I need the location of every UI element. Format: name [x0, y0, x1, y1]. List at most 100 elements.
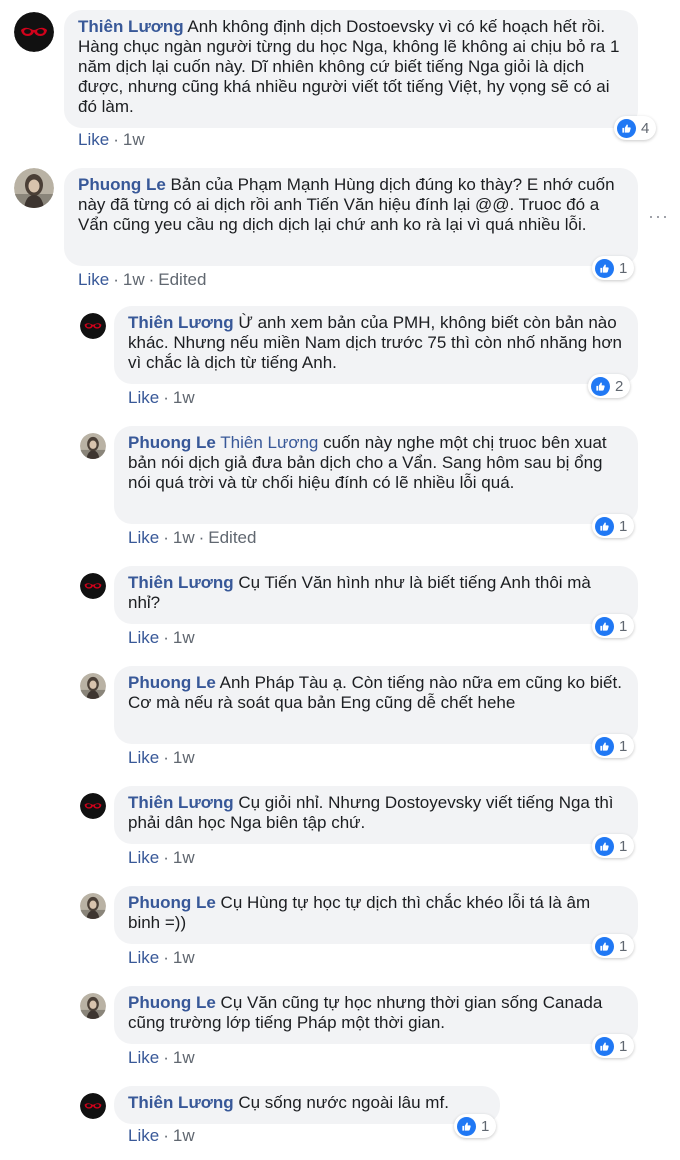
comment-actions: Like · 1w [128, 628, 195, 648]
avatar-thien-luong[interactable] [80, 1093, 106, 1119]
separator: · [198, 528, 205, 547]
reaction-number: 4 [641, 119, 650, 137]
comment-actions: Like · 1w [128, 948, 195, 968]
comment-bubble: Phuong Le Bản của Phạm Mạnh Hùng dịch đú… [64, 168, 638, 266]
photo-avatar-icon [80, 993, 106, 1019]
thumbs-up-icon [595, 936, 614, 956]
avatar-thien-luong[interactable] [14, 12, 54, 52]
comment-author[interactable]: Thiên Lương [128, 313, 234, 332]
reaction-count[interactable]: 1 [592, 514, 635, 538]
like-button[interactable]: Like [128, 528, 159, 547]
photo-avatar-icon [80, 673, 106, 699]
like-button[interactable]: Like [128, 388, 159, 407]
like-button[interactable]: Like [128, 748, 159, 767]
timestamp[interactable]: 1w [123, 270, 145, 289]
separator: · [163, 1048, 169, 1067]
avatar-phuong-le[interactable] [80, 433, 106, 459]
red-glasses-avatar-icon [80, 573, 106, 599]
like-button[interactable]: Like [128, 848, 159, 867]
red-glasses-avatar-icon [80, 793, 106, 819]
comment-bubble: Thiên Lương Cụ giỏi nhỉ. Nhưng Dostoyevs… [114, 786, 638, 844]
thumbs-up-icon [595, 258, 614, 278]
avatar-phuong-le[interactable] [14, 168, 54, 208]
timestamp[interactable]: 1w [173, 628, 195, 647]
timestamp[interactable]: 1w [173, 1126, 195, 1145]
like-button[interactable]: Like [78, 270, 109, 289]
avatar-thien-luong[interactable] [80, 313, 106, 339]
reaction-count[interactable]: 1 [592, 834, 635, 858]
timestamp[interactable]: 1w [173, 1048, 195, 1067]
thumbs-up-icon [591, 376, 610, 396]
photo-avatar-icon [80, 893, 106, 919]
comment-bubble: Phuong Le Thiên Lương cuốn này nghe một … [114, 426, 638, 524]
comment-actions: Like · 1w [128, 1126, 195, 1146]
comment-author[interactable]: Phuong Le [78, 175, 166, 194]
comment-author[interactable]: Phuong Le [128, 433, 216, 452]
timestamp[interactable]: 1w [173, 848, 195, 867]
avatar-phuong-le[interactable] [80, 993, 106, 1019]
reaction-number: 1 [619, 1037, 628, 1055]
thumbs-up-icon [617, 118, 636, 138]
reaction-count[interactable]: 2 [588, 374, 631, 398]
reaction-number: 1 [619, 517, 628, 535]
comment-author[interactable]: Thiên Lương [128, 573, 234, 592]
reaction-count[interactable]: 4 [614, 116, 657, 140]
reaction-count[interactable]: 1 [454, 1114, 497, 1138]
reaction-number: 1 [481, 1117, 490, 1135]
separator: · [163, 748, 169, 767]
reaction-number: 1 [619, 617, 628, 635]
reaction-count[interactable]: 1 [592, 1034, 635, 1058]
comment-bubble: Phuong Le Anh Pháp Tàu ạ. Còn tiếng nào … [114, 666, 638, 744]
comment-bubble: Thiên Lương Anh không định dịch Dostoevs… [64, 10, 638, 128]
comment-actions: Like · 1w [78, 130, 145, 150]
timestamp[interactable]: 1w [173, 748, 195, 767]
timestamp[interactable]: 1w [123, 130, 145, 149]
red-glasses-avatar-icon [14, 12, 54, 52]
mention-tag[interactable]: Thiên Lương [220, 433, 318, 452]
red-glasses-avatar-icon [80, 1093, 106, 1119]
comment-actions: Like · 1w · Edited [128, 528, 256, 548]
comment-author[interactable]: Phuong Le [128, 893, 216, 912]
like-button[interactable]: Like [128, 1126, 159, 1145]
thumbs-up-icon [457, 1116, 476, 1136]
separator: · [113, 270, 119, 289]
separator: · [163, 528, 169, 547]
timestamp[interactable]: 1w [173, 948, 195, 967]
thumbs-up-icon [595, 616, 614, 636]
like-button[interactable]: Like [78, 130, 109, 149]
reaction-count[interactable]: 1 [592, 734, 635, 758]
avatar-phuong-le[interactable] [80, 673, 106, 699]
comment-bubble: Phuong Le Cụ Văn cũng tự học nhưng thời … [114, 986, 638, 1044]
comment-author[interactable]: Thiên Lương [128, 793, 234, 812]
avatar-thien-luong[interactable] [80, 793, 106, 819]
avatar-phuong-le[interactable] [80, 893, 106, 919]
avatar-thien-luong[interactable] [80, 573, 106, 599]
reaction-count[interactable]: 1 [592, 614, 635, 638]
timestamp[interactable]: 1w [173, 528, 195, 547]
comment-actions: Like · 1w · Edited [78, 270, 206, 290]
comment-author[interactable]: Thiên Lương [128, 1093, 234, 1112]
comment-author[interactable]: Phuong Le [128, 993, 216, 1012]
thumbs-up-icon [595, 836, 614, 856]
reaction-count[interactable]: 1 [592, 934, 635, 958]
red-glasses-avatar-icon [80, 313, 106, 339]
comment-actions: Like · 1w [128, 388, 195, 408]
comment-author[interactable]: Phuong Le [128, 673, 216, 692]
comment-bubble: Thiên Lương Cụ Tiến Văn hình như là biết… [114, 566, 638, 624]
thumbs-up-icon [595, 1036, 614, 1056]
like-button[interactable]: Like [128, 628, 159, 647]
edited-label: Edited [158, 270, 207, 289]
separator: · [113, 130, 119, 149]
reaction-number: 1 [619, 259, 628, 277]
reaction-count[interactable]: 1 [592, 256, 635, 280]
reaction-number: 2 [615, 377, 624, 395]
timestamp[interactable]: 1w [173, 388, 195, 407]
comment-author[interactable]: Thiên Lương [78, 17, 184, 36]
like-button[interactable]: Like [128, 948, 159, 967]
separator: · [163, 948, 169, 967]
separator: · [163, 1126, 169, 1145]
separator: · [163, 628, 169, 647]
like-button[interactable]: Like [128, 1048, 159, 1067]
comment-text: Cụ sống nước ngoài lâu mf. [233, 1093, 449, 1112]
more-options-icon[interactable]: ··· [648, 206, 669, 227]
